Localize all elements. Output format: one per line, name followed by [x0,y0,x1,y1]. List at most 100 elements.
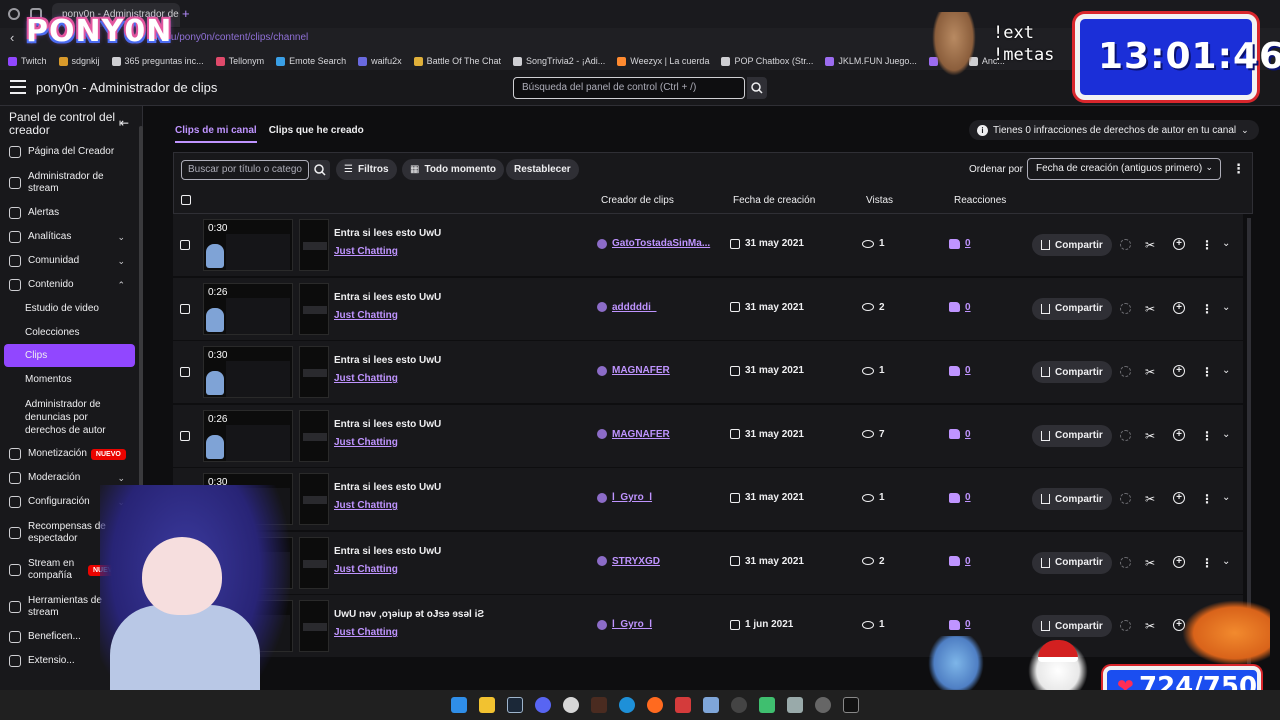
share-button[interactable]: Compartir [1032,488,1112,510]
bookmark-item[interactable]: SongTrivia2 - ¡Adi... [513,56,605,66]
bookmark-item[interactable]: Emote Search [276,56,346,66]
column-creator[interactable]: Creador de clips [601,195,674,206]
capcut-icon[interactable] [787,697,803,713]
sidebar-item-analytics[interactable]: Analíticas ⌄ [0,231,135,243]
tab-clips-i-created[interactable]: Clips que he creado [269,125,364,143]
time-range-button[interactable]: ▦ Todo momento [402,159,504,180]
add-to-collection-icon[interactable]: + [1173,301,1185,314]
scissors-icon[interactable]: ✂ [1145,619,1155,633]
clip-creator-link[interactable]: adddddi_ [597,302,656,313]
clip-thumbnail[interactable]: 0:30 [203,346,293,398]
row-checkbox[interactable] [180,430,190,441]
table-row[interactable]: 0:30 Entra si lees esto UwU Just Chatting M… [173,341,1243,404]
chevron-down-icon[interactable]: ⌄ [1222,238,1230,249]
edge-icon[interactable] [619,697,635,713]
clip-reactions[interactable]: 0 [949,302,971,313]
clip-thumbnail[interactable]: 0:26 [203,282,293,335]
more-options-icon[interactable]: ⋮ [1201,238,1213,252]
firefox-icon[interactable] [647,697,663,713]
add-to-collection-icon[interactable]: + [1173,555,1185,568]
loading-icon[interactable] [1120,239,1131,250]
loading-icon[interactable] [1120,302,1131,314]
dashboard-search-input[interactable]: Búsqueda del panel de control (Ctrl + /) [513,77,745,99]
search-icon[interactable] [310,160,330,180]
back-arrow-icon[interactable]: ‹ [10,30,14,45]
clip-reactions[interactable]: 0 [949,492,971,503]
clip-creator-link[interactable]: GatoTostadaSinMa... [597,238,710,249]
app-icon-2[interactable] [759,697,775,713]
chevron-down-icon[interactable]: ⌄ [1222,492,1230,503]
chevron-down-icon[interactable]: ⌄ [1222,556,1230,567]
scissors-icon[interactable]: ✂ [1145,365,1155,379]
clip-reactions[interactable]: 0 [949,556,971,567]
clip-search-input[interactable]: Buscar por título o catego [181,160,309,180]
reset-button[interactable]: Restablecer [506,159,579,180]
add-to-collection-icon[interactable]: + [1173,365,1185,377]
share-button[interactable]: Compartir [1032,234,1112,256]
more-options-icon[interactable]: ⋮ [1201,492,1213,506]
scissors-icon[interactable]: ✂ [1145,302,1155,316]
row-checkbox[interactable] [180,303,190,314]
sidebar-item-content[interactable]: Contenido ⌃ [0,279,135,291]
tab-my-channel-clips[interactable]: Clips de mi canal [175,125,257,143]
clip-thumbnail[interactable]: 0:30 [203,219,293,271]
clip-category-link[interactable]: Just Chatting [334,437,398,448]
add-to-collection-icon[interactable]: + [1173,238,1185,250]
clip-creator-link[interactable]: l_Gyro_l [597,619,652,630]
sidebar-item-stream-manager[interactable]: Administrador de stream [0,170,135,196]
more-options-icon[interactable]: ⋮ [1201,365,1213,379]
chatgpt-icon[interactable] [563,697,579,713]
share-button[interactable]: Compartir [1032,297,1112,320]
loading-icon[interactable] [1120,620,1131,631]
share-button[interactable]: Compartir [1032,551,1112,574]
collapse-sidebar-icon[interactable]: ⇤ [119,116,129,130]
filters-button[interactable]: ☰ Filtros [336,159,397,180]
url-text[interactable]: h.tv/u/pony0n/content/clips/channel [152,32,308,43]
clip-category-link[interactable]: Just Chatting [334,246,398,257]
search-icon[interactable] [747,77,767,99]
clip-reactions[interactable]: 0 [949,238,971,249]
loading-icon[interactable] [1120,429,1131,441]
copyright-notice[interactable]: i Tienes 0 infracciones de derechos de a… [969,120,1259,140]
loading-icon[interactable] [1120,493,1131,504]
windows-start-icon[interactable] [451,697,467,713]
clip-reactions[interactable]: 0 [949,619,971,630]
steam-icon[interactable] [507,697,523,713]
table-row[interactable]: Entra si lees esto UwU Just Chatting STRYX… [173,531,1243,595]
bookmark-item[interactable]: POP Chatbox (Str... [721,56,813,66]
clip-creator-link[interactable]: STRYXGD [597,556,660,567]
sidebar-item-creator-page[interactable]: Página del Creador [0,146,135,158]
chevron-down-icon[interactable]: ⌄ [1222,365,1230,376]
clip-creator-link[interactable]: MAGNAFER [597,365,670,376]
sidebar-item-copyright-manager[interactable]: Administrador de denuncias por derechos … [25,398,117,437]
select-all-checkbox[interactable] [181,195,191,205]
add-to-collection-icon[interactable]: + [1173,428,1185,441]
loading-icon[interactable] [1120,366,1131,377]
new-tab-icon[interactable]: + [182,6,190,21]
bookmark-item[interactable]: Weezyx | La cuerda [617,56,709,66]
sidebar-item-alerts[interactable]: Alertas [0,207,135,219]
discord-icon[interactable] [535,697,551,713]
row-checkbox[interactable] [180,367,190,377]
column-date[interactable]: Fecha de creación [733,195,815,206]
add-to-collection-icon[interactable]: + [1173,492,1185,504]
bookmark-item[interactable]: JKLM.FUN Juego... [825,56,917,66]
chevron-down-icon[interactable]: ⌄ [1222,429,1230,440]
clip-category-link[interactable]: Just Chatting [334,373,398,384]
column-views[interactable]: Vistas [866,195,893,206]
clip-category-link[interactable]: Just Chatting [334,627,398,638]
bookmark-item[interactable]: Battle Of The Chat [413,56,501,66]
bookmark-item[interactable]: 365 preguntas inc... [111,56,204,66]
share-button[interactable]: Compartir [1032,615,1112,637]
browser-menu-icon[interactable] [8,8,20,20]
table-row[interactable]: 0:26 Entra si lees esto UwU Just Chatting M… [173,404,1243,468]
clip-reactions[interactable]: 0 [949,429,971,440]
sidebar-item-community[interactable]: Comunidad ⌄ [0,255,135,267]
file-explorer-icon[interactable] [479,697,495,713]
table-row[interactable]: 0:30 Entra si lees esto UwU Just Chatting l… [173,468,1243,531]
sidebar-item-video-studio[interactable]: Estudio de video [25,303,99,315]
clip-category-link[interactable]: Just Chatting [334,564,398,575]
more-options-icon[interactable]: ⋮ [1201,429,1213,443]
capcut-app-icon[interactable] [843,697,859,713]
clip-creator-link[interactable]: l_Gyro_l [597,492,652,503]
